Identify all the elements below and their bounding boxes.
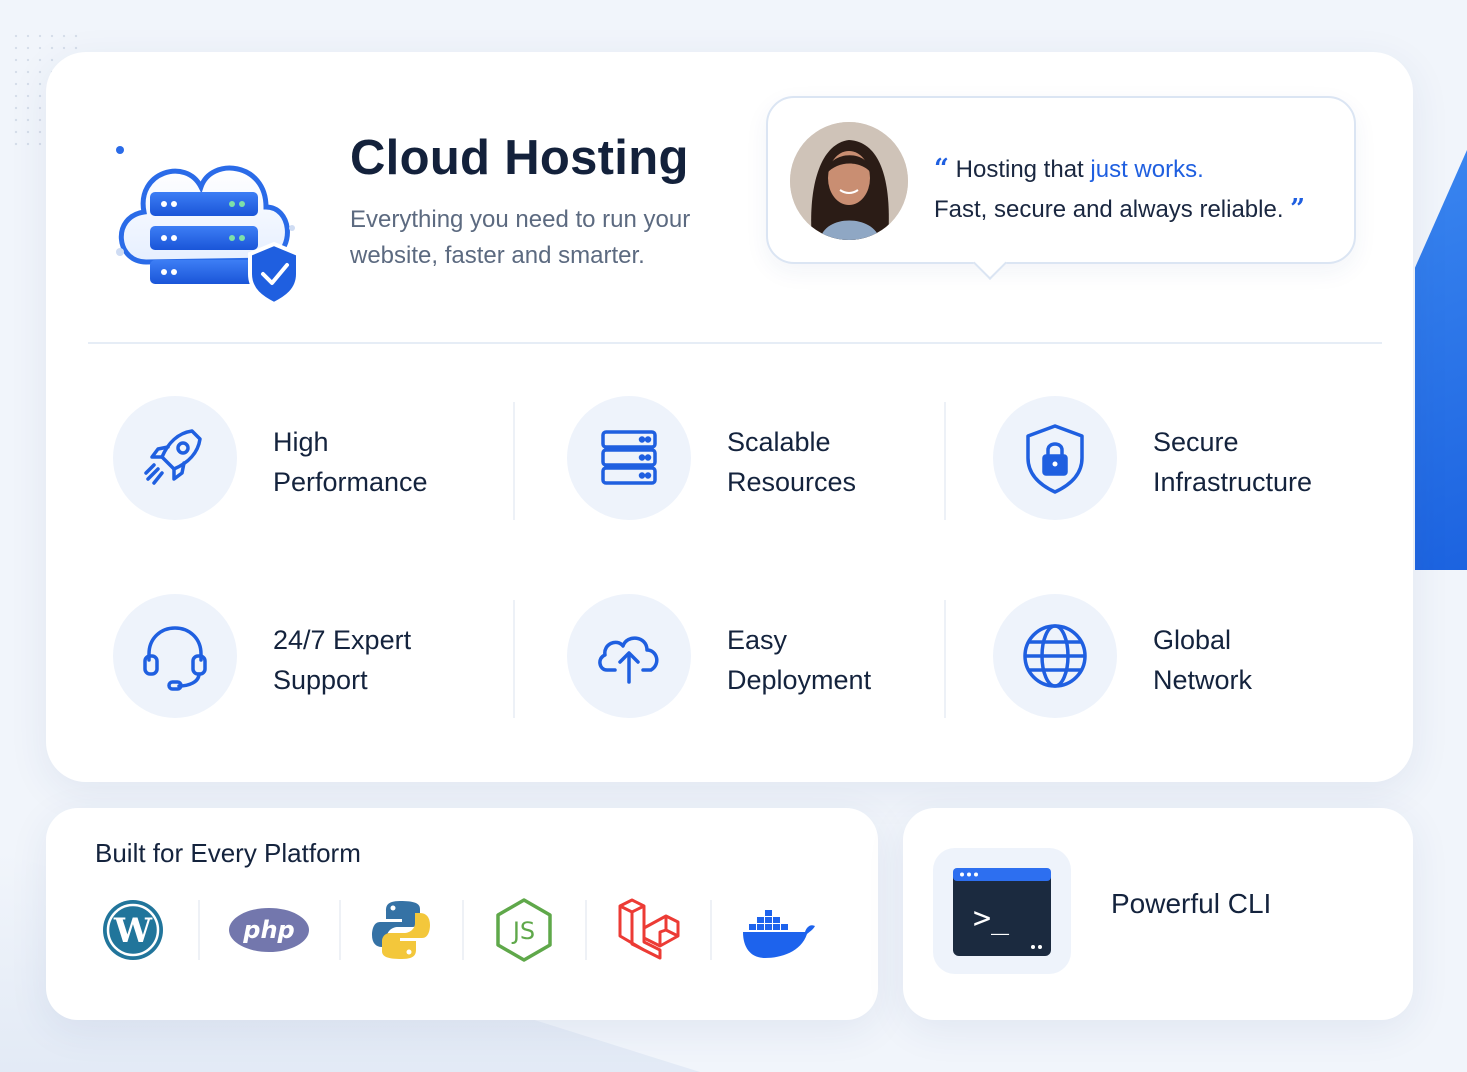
background-accent-stripe bbox=[1415, 150, 1467, 570]
feature-label-line-2: Support bbox=[273, 665, 368, 695]
feature-label-line-1: High bbox=[273, 427, 329, 457]
speech-bubble-tail bbox=[973, 246, 1007, 280]
logo-separator bbox=[339, 900, 341, 960]
page-subtitle: Everything you need to run your website,… bbox=[350, 206, 691, 269]
php-logo-text: php bbox=[242, 916, 294, 944]
terminal-icon: >_ bbox=[933, 848, 1071, 974]
platforms-card: Built for Every Platform W php JS bbox=[46, 808, 878, 1020]
avatar bbox=[790, 122, 908, 240]
testimonial-accent-text: just works. bbox=[1090, 156, 1204, 183]
feature-label: Global Network bbox=[1153, 620, 1373, 700]
feature-label-line-1: Global bbox=[1153, 625, 1232, 655]
feature-expert-support: 24/7 Expert Support bbox=[113, 594, 513, 720]
server-stack-icon bbox=[567, 396, 691, 520]
feature-label: Scalable Resources bbox=[727, 422, 947, 502]
feature-label-line-2: Performance bbox=[273, 467, 428, 497]
logo-separator bbox=[710, 900, 712, 960]
logo-separator bbox=[198, 900, 200, 960]
feature-separator bbox=[944, 402, 946, 520]
feature-separator bbox=[944, 600, 946, 718]
cloud-upload-icon bbox=[567, 594, 691, 718]
feature-label-line-1: 24/7 Expert bbox=[273, 625, 412, 655]
nodejs-logo: JS bbox=[491, 896, 557, 964]
feature-separator bbox=[513, 600, 515, 718]
docker-logo bbox=[740, 896, 816, 964]
feature-label: Easy Deployment bbox=[727, 620, 947, 700]
terminal-prompt: >_ bbox=[973, 901, 1010, 936]
testimonial-card: “ Hosting that just works. Fast, secure … bbox=[766, 96, 1356, 280]
feature-separator bbox=[513, 402, 515, 520]
testimonial-text-prefix: Hosting that bbox=[955, 156, 1091, 183]
headset-icon bbox=[113, 594, 237, 718]
section-divider bbox=[88, 342, 1382, 344]
cloud-server-shield-icon bbox=[106, 112, 306, 312]
testimonial-line-1: “ Hosting that just works. bbox=[934, 154, 1204, 184]
testimonial-text-body: Fast, secure and always reliable. bbox=[934, 196, 1284, 223]
cli-card: >_ Powerful CLI bbox=[903, 808, 1413, 1020]
page-title: Cloud Hosting bbox=[350, 131, 689, 185]
feature-high-performance: High Performance bbox=[113, 396, 513, 522]
testimonial-line-2: Fast, secure and always reliable. ” bbox=[934, 194, 1305, 224]
feature-label-line-1: Easy bbox=[727, 625, 788, 655]
platforms-title: Built for Every Platform bbox=[95, 838, 361, 868]
nodejs-logo-text: JS bbox=[511, 917, 535, 945]
open-quote-icon: “ bbox=[934, 154, 949, 184]
feature-label: High Performance bbox=[273, 422, 493, 502]
laravel-logo bbox=[614, 896, 684, 964]
logo-separator bbox=[585, 900, 587, 960]
shield-lock-icon bbox=[993, 396, 1117, 520]
feature-global-network: Global Network bbox=[993, 594, 1393, 720]
python-logo bbox=[368, 896, 434, 964]
cli-label: Powerful CLI bbox=[1111, 888, 1272, 919]
globe-icon bbox=[993, 594, 1117, 718]
feature-label-line-2: Infrastructure bbox=[1153, 467, 1313, 497]
feature-label-line-2: Deployment bbox=[727, 665, 872, 695]
hosting-overview-card: Cloud Hosting Everything you need to run… bbox=[46, 52, 1413, 782]
feature-label: 24/7 Expert Support bbox=[273, 620, 493, 700]
feature-label-line-2: Resources bbox=[727, 467, 857, 497]
feature-easy-deployment: Easy Deployment bbox=[567, 594, 967, 720]
logo-separator bbox=[462, 900, 464, 960]
feature-label-line-1: Scalable bbox=[727, 427, 831, 457]
wordpress-logo-text: W bbox=[113, 911, 153, 951]
wordpress-logo: W bbox=[100, 896, 166, 964]
php-logo: php bbox=[226, 896, 312, 964]
feature-scalable-resources: Scalable Resources bbox=[567, 396, 967, 522]
feature-secure-infrastructure: Secure Infrastructure bbox=[993, 396, 1393, 522]
close-quote-icon: ” bbox=[1290, 194, 1306, 224]
feature-label-line-1: Secure bbox=[1153, 427, 1239, 457]
feature-label: Secure Infrastructure bbox=[1153, 422, 1373, 502]
rocket-icon bbox=[113, 396, 237, 520]
feature-label-line-2: Network bbox=[1153, 665, 1253, 695]
